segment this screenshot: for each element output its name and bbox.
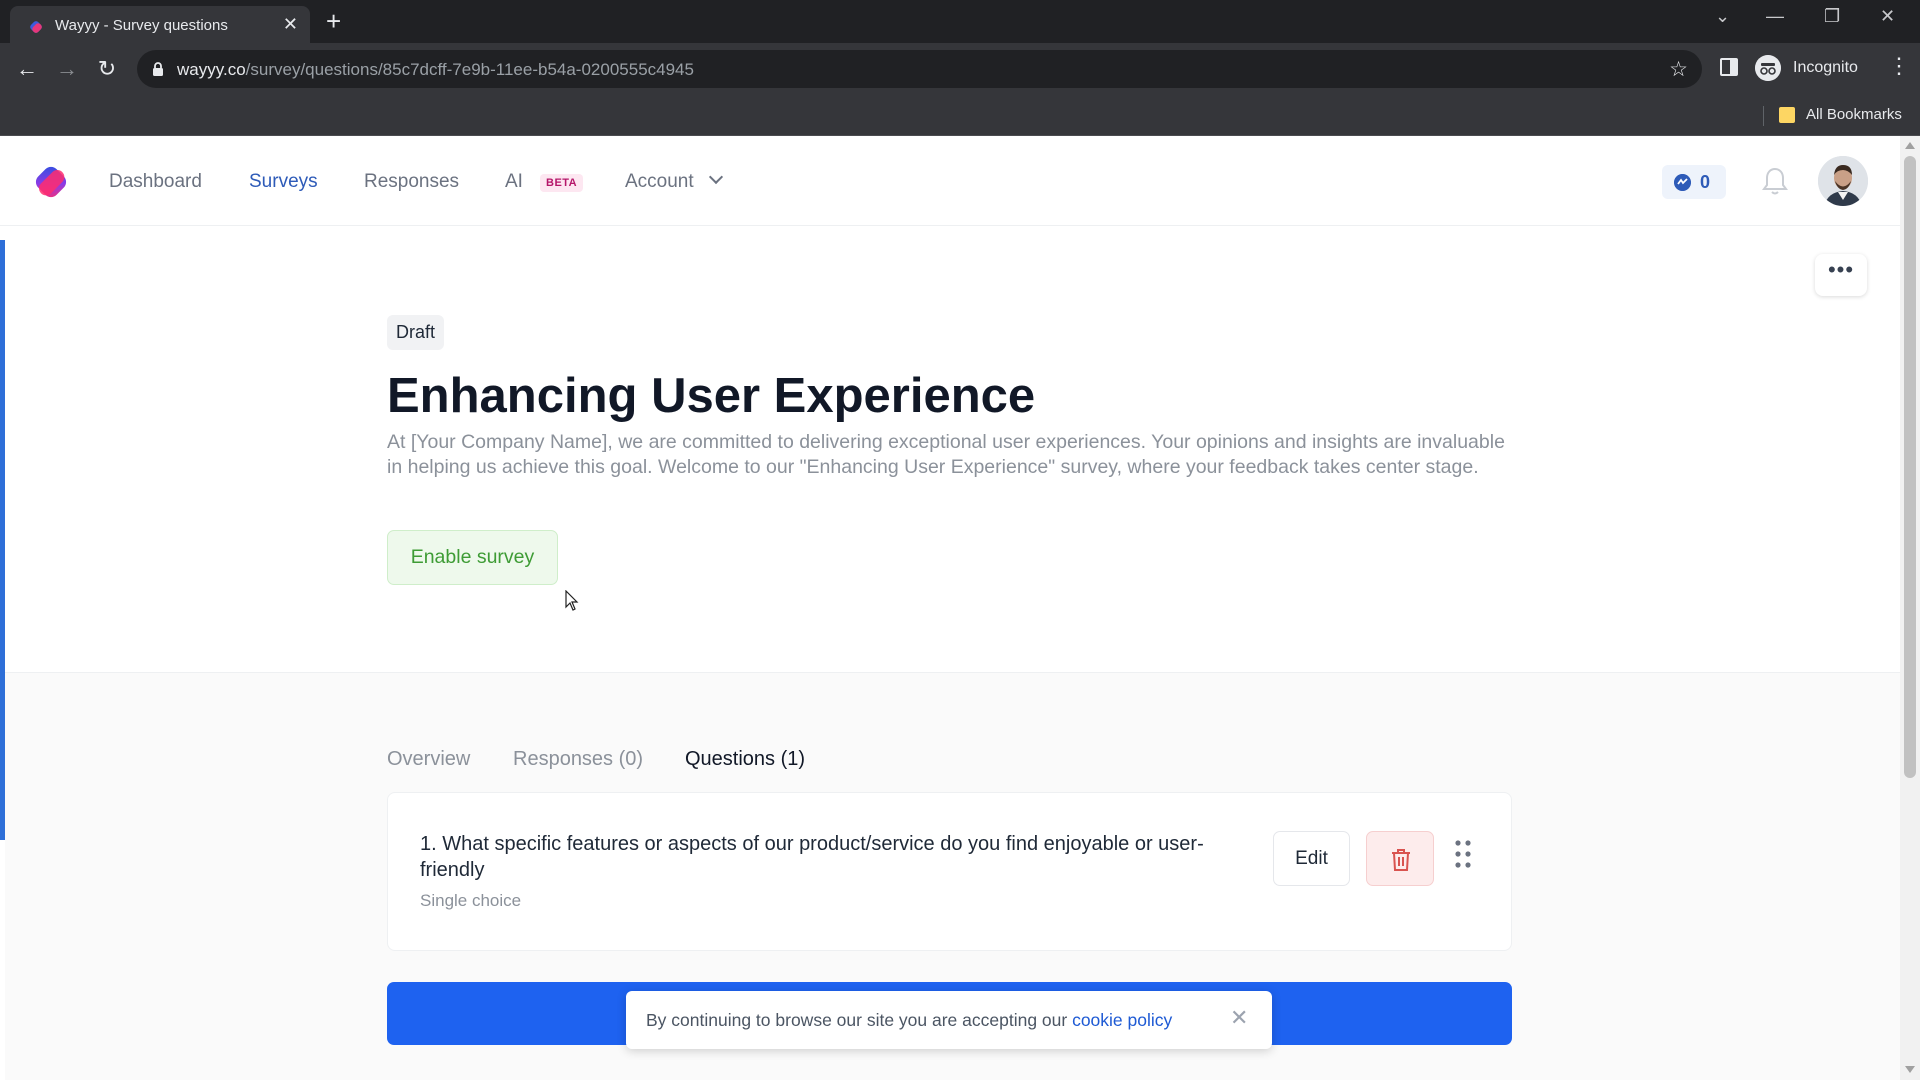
forward-icon[interactable]: → <box>53 55 81 83</box>
tab-questions[interactable]: Questions (1) <box>685 748 805 771</box>
delete-question-button[interactable] <box>1366 831 1434 886</box>
wayyy-logo-icon[interactable] <box>30 161 72 203</box>
question-card: 1. What specific features or aspects of … <box>387 792 1512 951</box>
tab-title: Wayyy - Survey questions <box>55 17 228 34</box>
trash-icon <box>1392 849 1410 871</box>
lock-icon <box>153 62 163 76</box>
tab-close-icon[interactable]: ✕ <box>283 15 298 33</box>
wayyy-favicon-icon <box>30 21 42 33</box>
reload-icon[interactable]: ↻ <box>93 55 121 83</box>
all-bookmarks-link[interactable]: All Bookmarks <box>1806 106 1902 123</box>
tab-search-icon[interactable]: ⌄ <box>1715 6 1730 27</box>
beta-badge: BETA <box>540 174 584 192</box>
profile-label: Incognito <box>1793 59 1858 76</box>
restore-icon[interactable]: ❐ <box>1824 6 1840 27</box>
page-title: Enhancing User Experience <box>387 369 1036 423</box>
browser-tab[interactable]: Wayyy - Survey questions ✕ <box>10 6 310 43</box>
nav-responses[interactable]: Responses <box>364 171 459 193</box>
tab-responses[interactable]: Responses (0) <box>513 748 643 771</box>
scroll-down-arrow-icon[interactable] <box>1905 1066 1915 1073</box>
drag-handle-icon[interactable] <box>1454 839 1472 869</box>
nav-ai[interactable]: AI <box>505 171 523 193</box>
bookmark-star-icon[interactable]: ☆ <box>1669 57 1688 82</box>
more-options-button[interactable]: ••• <box>1815 254 1867 296</box>
survey-description: At [Your Company Name], we are committed… <box>387 431 1505 478</box>
mouse-cursor-icon <box>565 590 579 611</box>
minimize-icon[interactable]: — <box>1766 6 1784 27</box>
credits-badge[interactable]: 0 <box>1662 165 1726 199</box>
chevron-down-icon[interactable] <box>708 169 724 185</box>
side-panel-icon[interactable] <box>1720 58 1738 76</box>
close-icon[interactable]: ✕ <box>1230 1007 1248 1029</box>
folder-icon <box>1779 107 1795 123</box>
app-header: Dashboard Surveys Responses AI BETA Acco… <box>0 136 1900 226</box>
bookmarks-bar: All Bookmarks <box>0 94 1920 136</box>
cookie-banner: By continuing to browse our site you are… <box>626 991 1272 1049</box>
nav-dashboard[interactable]: Dashboard <box>109 171 202 193</box>
back-icon[interactable]: ← <box>13 55 41 83</box>
page-scrollbar[interactable] <box>1900 136 1920 1080</box>
scroll-thumb[interactable] <box>1904 156 1916 778</box>
new-tab-icon[interactable]: + <box>326 8 341 34</box>
cookie-text: By continuing to browse our site you are… <box>646 1010 1173 1030</box>
browser-tab-bar: Wayyy - Survey questions ✕ + ⌄ — ❐ ✕ <box>0 0 1920 43</box>
window-close-icon[interactable]: ✕ <box>1880 6 1895 27</box>
credits-count: 0 <box>1700 172 1711 192</box>
avatar[interactable] <box>1818 156 1868 206</box>
address-bar[interactable]: wayyy.co/survey/questions/85c7dcff-7e9b-… <box>137 50 1702 88</box>
status-badge: Draft <box>387 315 445 350</box>
cookie-policy-link[interactable]: cookie policy <box>1072 1010 1172 1030</box>
bell-icon[interactable] <box>1762 166 1788 196</box>
browser-menu-icon[interactable]: ⋮ <box>1888 55 1910 77</box>
url-text: wayyy.co/survey/questions/85c7dcff-7e9b-… <box>177 60 694 79</box>
user-avatar-icon <box>1818 156 1868 206</box>
credits-icon <box>1674 174 1691 191</box>
bookmarks-divider <box>1763 106 1764 126</box>
scroll-up-arrow-icon[interactable] <box>1905 142 1915 149</box>
edit-question-button[interactable]: Edit <box>1273 831 1350 886</box>
incognito-icon <box>1755 55 1781 81</box>
question-text: 1. What specific features or aspects of … <box>420 833 1204 881</box>
browser-toolbar: ← → ↻ wayyy.co/survey/questions/85c7dcff… <box>0 43 1920 94</box>
nav-surveys[interactable]: Surveys <box>249 171 318 193</box>
nav-account[interactable]: Account <box>625 171 694 193</box>
question-type: Single choice <box>420 891 522 910</box>
tab-overview[interactable]: Overview <box>387 748 470 771</box>
enable-survey-button[interactable]: Enable survey <box>387 530 558 585</box>
